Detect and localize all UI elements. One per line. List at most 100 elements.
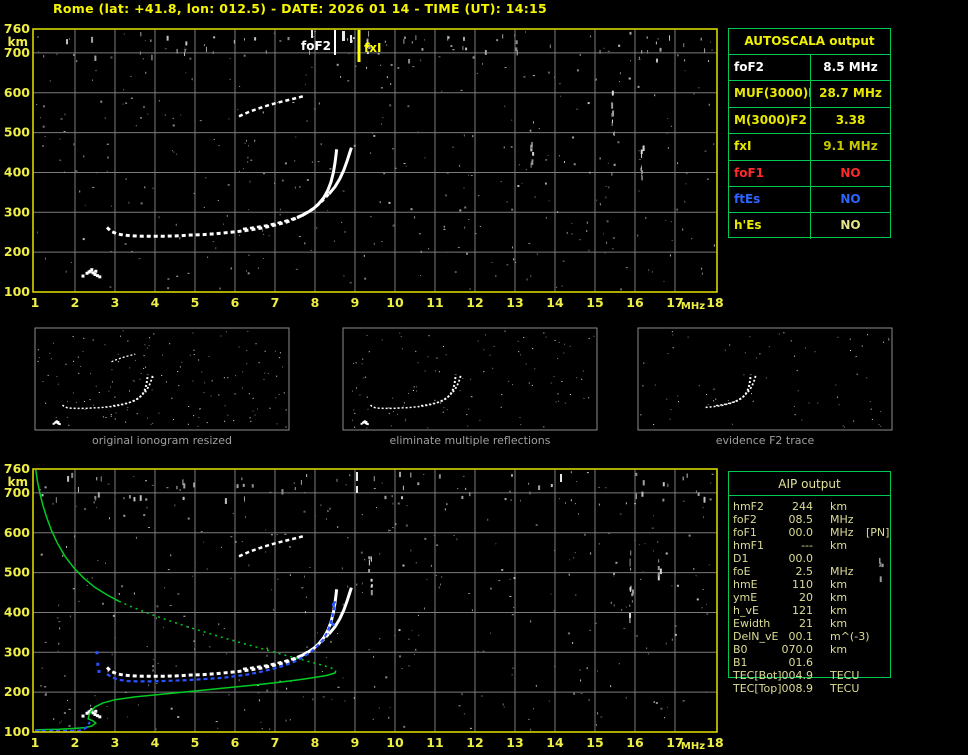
parameter-value: 21 — [799, 617, 813, 630]
parameter-label: ftEs — [729, 186, 811, 213]
x-tick-label: 11 — [426, 295, 443, 310]
parameter-value: 110 — [792, 578, 813, 591]
table-row: DelN_vE 00.1 m^(-3) — [733, 630, 903, 643]
table-row: h'Es NO — [729, 212, 890, 239]
parameter-label: D1 — [733, 552, 749, 565]
table-row: D1 00.0 — [733, 552, 903, 565]
y-tick-label: 200 — [4, 684, 30, 699]
parameter-value: 244 — [792, 500, 813, 513]
y-tick-label: 100 — [4, 724, 30, 739]
parameter-label: B1 — [733, 656, 748, 669]
x-tick-label: 14 — [546, 295, 564, 310]
table-row: fxI 9.1 MHz — [729, 133, 890, 160]
parameter-value: 8.5 MHz — [823, 60, 878, 74]
x-tick-label: 9 — [351, 735, 360, 750]
x-tick-label: 14 — [546, 735, 564, 750]
parameter-unit: MHz — [830, 526, 854, 539]
y-tick-label: 400 — [4, 604, 30, 619]
parameter-value: 121 — [792, 604, 813, 617]
x-tick-label: 4 — [151, 295, 160, 310]
y-tick-label: 200 — [4, 244, 30, 259]
x-tick-label: 15 — [586, 735, 603, 750]
panel-border — [342, 327, 598, 431]
es-trace — [81, 268, 102, 279]
parameter-value: NO — [840, 218, 861, 233]
x-tick-label: 18 — [706, 735, 723, 750]
parameter-label: Ewidth — [733, 617, 771, 630]
table-row: foF1 00.0 MHz [PN] — [733, 526, 903, 539]
x-tick-label: 4 — [151, 735, 160, 750]
y-tick-label: 300 — [4, 204, 30, 219]
x-tick-label: 6 — [231, 295, 240, 310]
x-tick-label: 10 — [386, 295, 404, 310]
parameter-value: NO — [840, 191, 861, 206]
frequency-markers: foF2 fxI — [301, 30, 381, 62]
aip-table-title: AIP output — [729, 472, 890, 496]
parameter-label: fxI — [729, 134, 811, 160]
y-tick-label: 600 — [4, 85, 30, 100]
x-tick-label: 1 — [31, 735, 40, 750]
parameter-unit: TECU — [830, 669, 860, 682]
x-tick-label: 2 — [71, 735, 80, 750]
parameter-value: 2.5 — [795, 565, 814, 578]
y-tick-label: 760 — [4, 461, 30, 476]
panel-eliminate-reflections — [342, 327, 598, 431]
x-tick-label: 9 — [351, 295, 360, 310]
parameter-unit: km — [830, 617, 848, 630]
parameter-unit: km — [830, 500, 848, 513]
parameter-label: ymE — [733, 591, 758, 604]
parameter-value: 00.0 — [788, 552, 814, 565]
panel-caption-evidence: evidence F2 trace — [715, 434, 815, 447]
x-tick-label: 7 — [271, 295, 280, 310]
table-row: hmE 110 km — [733, 578, 903, 591]
y-axis-unit: km — [8, 35, 28, 49]
parameter-label: h'Es — [729, 213, 811, 239]
parameter-value: 9.1 MHz — [823, 139, 878, 154]
fitted-trace — [35, 601, 337, 732]
table-row: MUF(3000)F2 28.7 MHz — [729, 80, 890, 107]
parameter-label: B0 — [733, 643, 748, 656]
parameter-value: 28.7 MHz — [819, 86, 882, 101]
panel-caption-original: original ionogram resized — [92, 434, 232, 447]
table-row: hmF2 244 km — [733, 500, 903, 513]
table-row: Ewidth 21 km — [733, 617, 903, 630]
parameter-label: hmF2 — [733, 500, 765, 513]
table-row: ymE 20 km — [733, 591, 903, 604]
parameter-value: 01.6 — [788, 656, 814, 669]
foF2-marker-label: foF2 — [301, 39, 331, 53]
panel-border — [34, 327, 290, 431]
table-row: foF2 08.5 MHz — [733, 513, 903, 526]
x-tick-label: 7 — [271, 735, 280, 750]
x-tick-label: 3 — [111, 295, 120, 310]
x-axis-unit: MHz — [681, 301, 705, 312]
axis-labels: 760700600500400300200100km1 2 3 4 5 6 7 8 9 10 11 1… — [4, 21, 724, 312]
x-tick-label: 3 — [111, 735, 120, 750]
x-tick-label: 18 — [706, 295, 723, 310]
table-row: h_vE 121 km — [733, 604, 903, 617]
parameter-label: foE — [733, 565, 751, 578]
parameter-value: 3.38 — [835, 112, 866, 127]
parameter-label: DelN_vE — [733, 630, 779, 643]
noise-layer — [36, 30, 715, 291]
parameter-unit: km — [830, 643, 848, 656]
top-ionogram: foF2 fxI760700600500400300200100km1 2 3 4 5 6 7… — [4, 21, 724, 312]
panel-original-ionogram — [34, 327, 290, 431]
autoscala-table-rows: foF2 8.5 MHz MUF(3000)F2 28.7 MHz M(3000)F2 3… — [729, 54, 890, 239]
y-tick-label: 100 — [4, 284, 30, 299]
y-tick-label: 600 — [4, 525, 30, 540]
table-row: B0 070.0 km — [733, 643, 903, 656]
y-tick-label: 500 — [4, 565, 30, 580]
x-tick-label: 12 — [466, 295, 483, 310]
y-tick-label: 760 — [4, 21, 30, 36]
x-tick-label: 6 — [231, 735, 240, 750]
parameter-unit: TECU — [830, 682, 860, 695]
panel-border — [637, 327, 893, 431]
parameter-label: TEC[Bot] — [733, 669, 782, 682]
table-row: TEC[Bot]004.9 TECU — [733, 669, 903, 682]
autoscala-table-title: AUTOSCALA output — [744, 34, 875, 48]
x-tick-label: 12 — [466, 735, 483, 750]
parameter-label: foF1 — [729, 160, 811, 186]
parameter-value: 08.5 — [788, 513, 814, 526]
grid — [33, 469, 717, 732]
parameter-unit: km — [830, 604, 848, 617]
